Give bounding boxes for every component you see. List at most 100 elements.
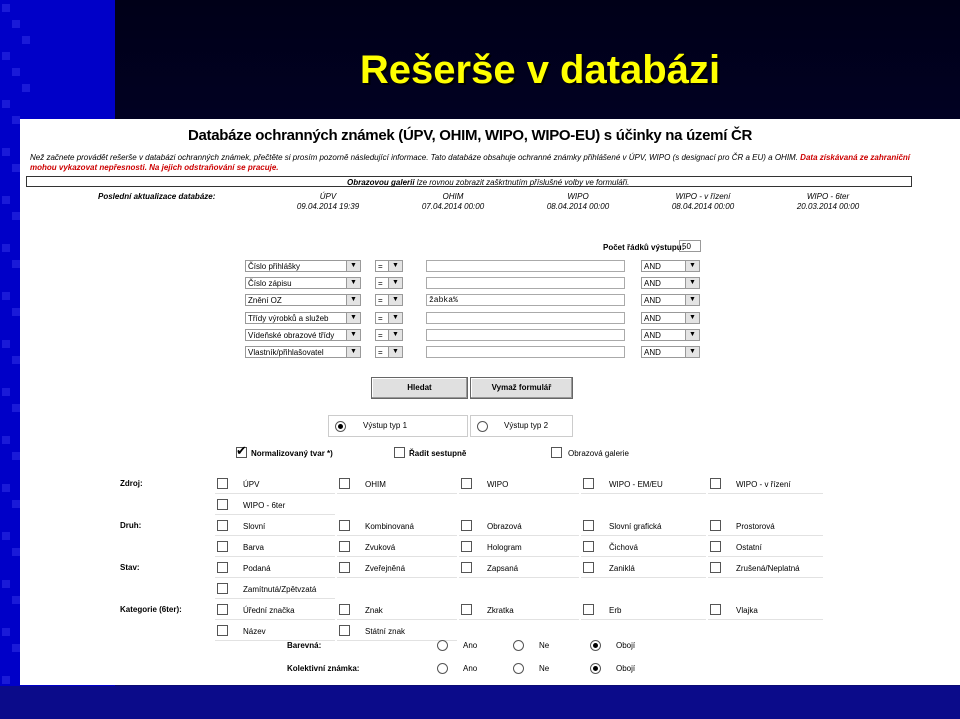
criterion-logic-select[interactable]: AND ▼	[641, 260, 700, 272]
strip-square	[2, 388, 10, 396]
criterion-logic-select[interactable]: AND ▼	[641, 328, 700, 341]
rows-count-input[interactable]: 50	[679, 240, 701, 252]
criterion-operator-select[interactable]: = ▼	[375, 277, 403, 290]
criterion-value-input[interactable]	[426, 277, 625, 290]
criterion-logic-select[interactable]: AND ▼	[641, 346, 700, 358]
criterion-operator-select[interactable]: = ▼	[375, 294, 403, 307]
state-checkbox[interactable]	[217, 583, 228, 594]
chevron-down-icon: ▼	[346, 312, 360, 323]
chevron-down-icon: ▼	[346, 347, 360, 357]
category-checkbox[interactable]	[583, 604, 594, 615]
output-type-2-radio[interactable]	[477, 421, 488, 432]
state-checkbox[interactable]	[217, 562, 228, 573]
criterion-field-select[interactable]: Vlastník/přihlašovatel ▼	[245, 346, 361, 358]
strip-square	[12, 116, 20, 124]
kind-checkbox[interactable]	[710, 520, 721, 531]
kind-checkbox[interactable]	[583, 520, 594, 531]
db-name: WIPO - 6ter	[806, 192, 850, 201]
source-checkbox[interactable]	[217, 478, 228, 489]
criterion-value-input[interactable]	[426, 346, 625, 358]
category-checkbox[interactable]	[217, 604, 228, 615]
colored-radio[interactable]	[590, 640, 601, 651]
source-option: WIPO - EM/EU	[609, 480, 663, 489]
criterion-operator-select[interactable]: = ▼	[375, 311, 403, 324]
criterion-value-input[interactable]	[426, 328, 625, 341]
strip-square	[12, 20, 20, 28]
db-name: WIPO	[567, 192, 589, 201]
state-option: Zaniklá	[609, 564, 635, 573]
kind-checkbox[interactable]	[339, 520, 350, 531]
strip-square	[2, 148, 10, 156]
criterion-field-select[interactable]: Vídeňské obrazové třídy ▼	[245, 328, 361, 341]
criterion-logic-select[interactable]: AND ▼	[641, 277, 700, 290]
criterion-field-select[interactable]: Číslo přihlášky ▼	[245, 260, 361, 272]
kind-checkbox[interactable]	[583, 541, 594, 552]
kind-checkbox[interactable]	[339, 541, 350, 552]
normalized-checkbox[interactable]	[236, 443, 247, 459]
criterion-value-input[interactable]	[426, 311, 625, 324]
strip-square	[2, 628, 10, 636]
category-option: Název	[243, 627, 266, 636]
criterion-field-select[interactable]: Třídy výrobků a služeb ▼	[245, 311, 361, 324]
criterion-logic-select[interactable]: AND ▼	[641, 294, 700, 307]
category-checkbox[interactable]	[339, 604, 350, 615]
source-checkbox[interactable]	[461, 478, 472, 489]
state-label: Stav:	[120, 563, 140, 572]
kind-checkbox[interactable]	[461, 520, 472, 531]
state-checkbox[interactable]	[339, 562, 350, 573]
sort-desc-checkbox[interactable]	[394, 447, 405, 458]
category-checkbox[interactable]	[339, 625, 350, 636]
category-checkbox[interactable]	[461, 604, 472, 615]
colored-radio[interactable]	[513, 640, 524, 651]
category-option: Erb	[609, 606, 622, 615]
collective-radio[interactable]	[590, 663, 601, 674]
collective-radio[interactable]	[513, 663, 524, 674]
source-checkbox[interactable]	[583, 478, 594, 489]
state-checkbox[interactable]	[710, 562, 721, 573]
output-type-1-radio[interactable]	[335, 421, 346, 432]
source-checkbox[interactable]	[217, 499, 228, 510]
criterion-logic-select[interactable]: AND ▼	[641, 311, 700, 324]
strip-square	[12, 500, 20, 508]
filter-cell	[459, 599, 579, 620]
db-date: 07.04.2014 00:00	[421, 202, 485, 211]
collective-radio[interactable]	[437, 663, 448, 674]
source-checkbox[interactable]	[710, 478, 721, 489]
strip-square	[2, 484, 10, 492]
kind-checkbox[interactable]	[217, 541, 228, 552]
gallery-banner-bold: Obrazovou galerii	[347, 178, 415, 187]
filter-cell	[581, 536, 706, 557]
gallery-checkbox[interactable]	[551, 447, 562, 458]
criterion-operator-select[interactable]: = ▼	[375, 346, 403, 358]
chevron-down-icon: ▼	[388, 278, 402, 289]
colored-option-label: Ano	[463, 641, 478, 650]
clear-form-button[interactable]: Vymaž formulář	[470, 377, 573, 399]
source-label: Zdroj:	[120, 479, 143, 488]
source-option: OHIM	[365, 480, 386, 489]
criterion-field-select[interactable]: Číslo zápisu ▼	[245, 277, 361, 290]
sort-desc-label: Řadit sestupně	[409, 449, 467, 458]
strip-square	[2, 532, 10, 540]
state-checkbox[interactable]	[461, 562, 472, 573]
kind-checkbox[interactable]	[461, 541, 472, 552]
kind-option: Hologram	[487, 543, 522, 552]
state-checkbox[interactable]	[583, 562, 594, 573]
criterion-operator-select[interactable]: = ▼	[375, 260, 403, 272]
kind-checkbox[interactable]	[217, 520, 228, 531]
search-button[interactable]: Hledat	[371, 377, 468, 399]
source-checkbox[interactable]	[339, 478, 350, 489]
slide-title: Rešerše v databázi	[359, 48, 721, 92]
criterion-value-input[interactable]: žabka%	[426, 294, 625, 307]
kind-checkbox[interactable]	[710, 541, 721, 552]
colored-option-label: Obojí	[616, 641, 636, 650]
criterion-value-input[interactable]	[426, 260, 625, 272]
criterion-operator-select[interactable]: = ▼	[375, 328, 403, 341]
filter-cell	[215, 557, 335, 578]
criterion-field-select[interactable]: Znění OZ ▼	[245, 294, 361, 307]
category-option: Vlajka	[736, 606, 758, 615]
db-update-column: OHIM 07.04.2014 00:00	[393, 192, 513, 212]
category-checkbox[interactable]	[710, 604, 721, 615]
category-checkbox[interactable]	[217, 625, 228, 636]
collective-option-label: Ne	[539, 664, 550, 673]
colored-radio[interactable]	[437, 640, 448, 651]
